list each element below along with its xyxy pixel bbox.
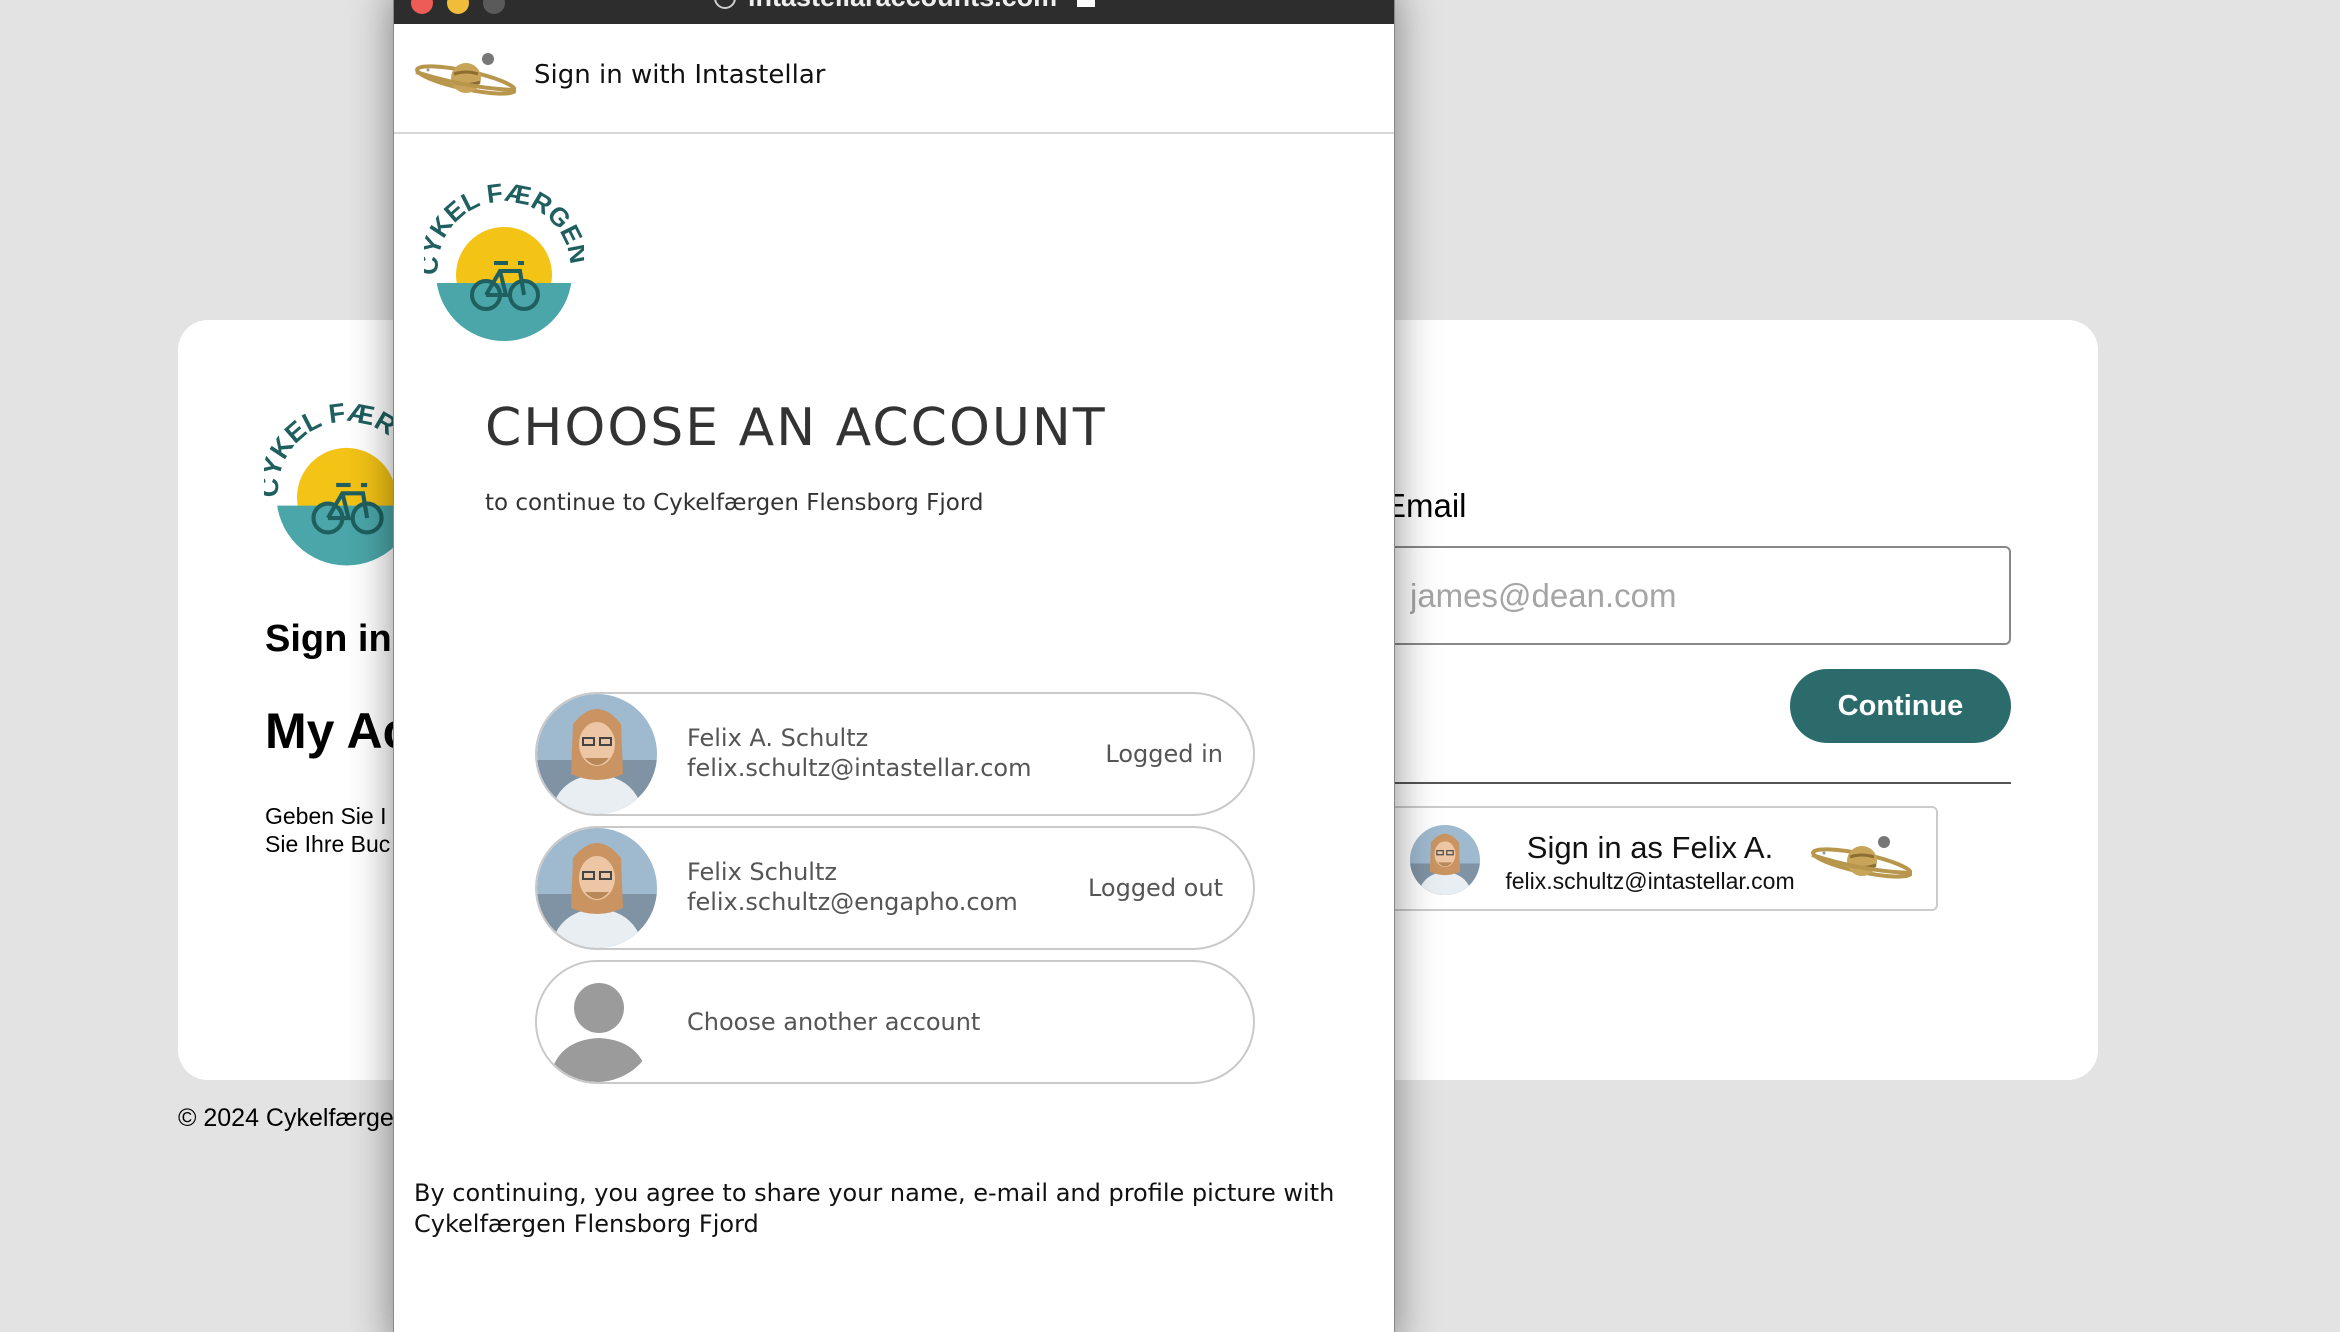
account-item[interactable]: Felix Schultz felix.schultz@engapho.com … [535,826,1255,950]
user-avatar [1410,825,1480,895]
close-window-button[interactable] [411,0,433,14]
signin-as-email: felix.schultz@intastellar.com [1505,868,1795,894]
page-title: CHOOSE AN ACCOUNT [485,398,1107,458]
background-description: Geben Sie I Sie Ihre Buc [265,803,391,857]
lock-icon [1077,0,1096,7]
choose-another-account-label: Choose another account [687,1008,981,1036]
background-page-title: My Ac [265,703,411,759]
person-placeholder-icon [537,962,657,1082]
zoom-window-button[interactable] [483,0,505,14]
consent-text: By continuing, you agree to share your n… [414,1179,1335,1238]
signin-as-name: Sign in as Felix A. [1526,830,1774,865]
continue-button[interactable]: Continue [1790,669,2011,743]
url-text: intastellaraccounts.com [748,0,1057,13]
divider [1384,782,2011,784]
intastellar-planet-icon [414,50,516,104]
globe-icon [714,0,736,9]
choose-another-account-button[interactable]: Choose another account [535,960,1255,1084]
account-status: Logged out [1087,874,1223,902]
url-bar: intastellaraccounts.com [714,0,1096,13]
popup-header: Sign in with Intastellar [394,24,1394,134]
signin-popup-window: intastellaraccounts.com Sign in with Int… [393,0,1395,1332]
user-avatar [537,694,657,814]
account-status: Logged in [1105,740,1223,768]
intastellar-planet-icon [1810,833,1912,887]
window-titlebar: intastellaraccounts.com [394,0,1394,24]
user-avatar [537,828,657,948]
popup-header-title: Sign in with Intastellar [534,60,826,90]
signin-as-button[interactable]: Sign in as Felix A. felix.schultz@intast… [1384,806,1938,911]
email-label: Email [1384,487,1467,524]
page-subtitle: to continue to Cykelfærgen Flensborg Fjo… [485,490,984,516]
background-signin-heading: Sign in [265,618,392,660]
account-email: felix.schultz@engapho.com [687,888,1018,916]
cykelfaergen-logo [424,183,584,343]
account-name: Felix A. Schultz [687,724,869,752]
account-item[interactable]: Felix A. Schultz felix.schultz@intastell… [535,692,1255,816]
account-name: Felix Schultz [687,858,837,886]
email-input[interactable] [1384,546,2011,645]
minimize-window-button[interactable] [447,0,469,14]
background-footer: © 2024 Cykelfærgen [178,1104,408,1132]
account-email: felix.schultz@intastellar.com [687,754,1032,782]
